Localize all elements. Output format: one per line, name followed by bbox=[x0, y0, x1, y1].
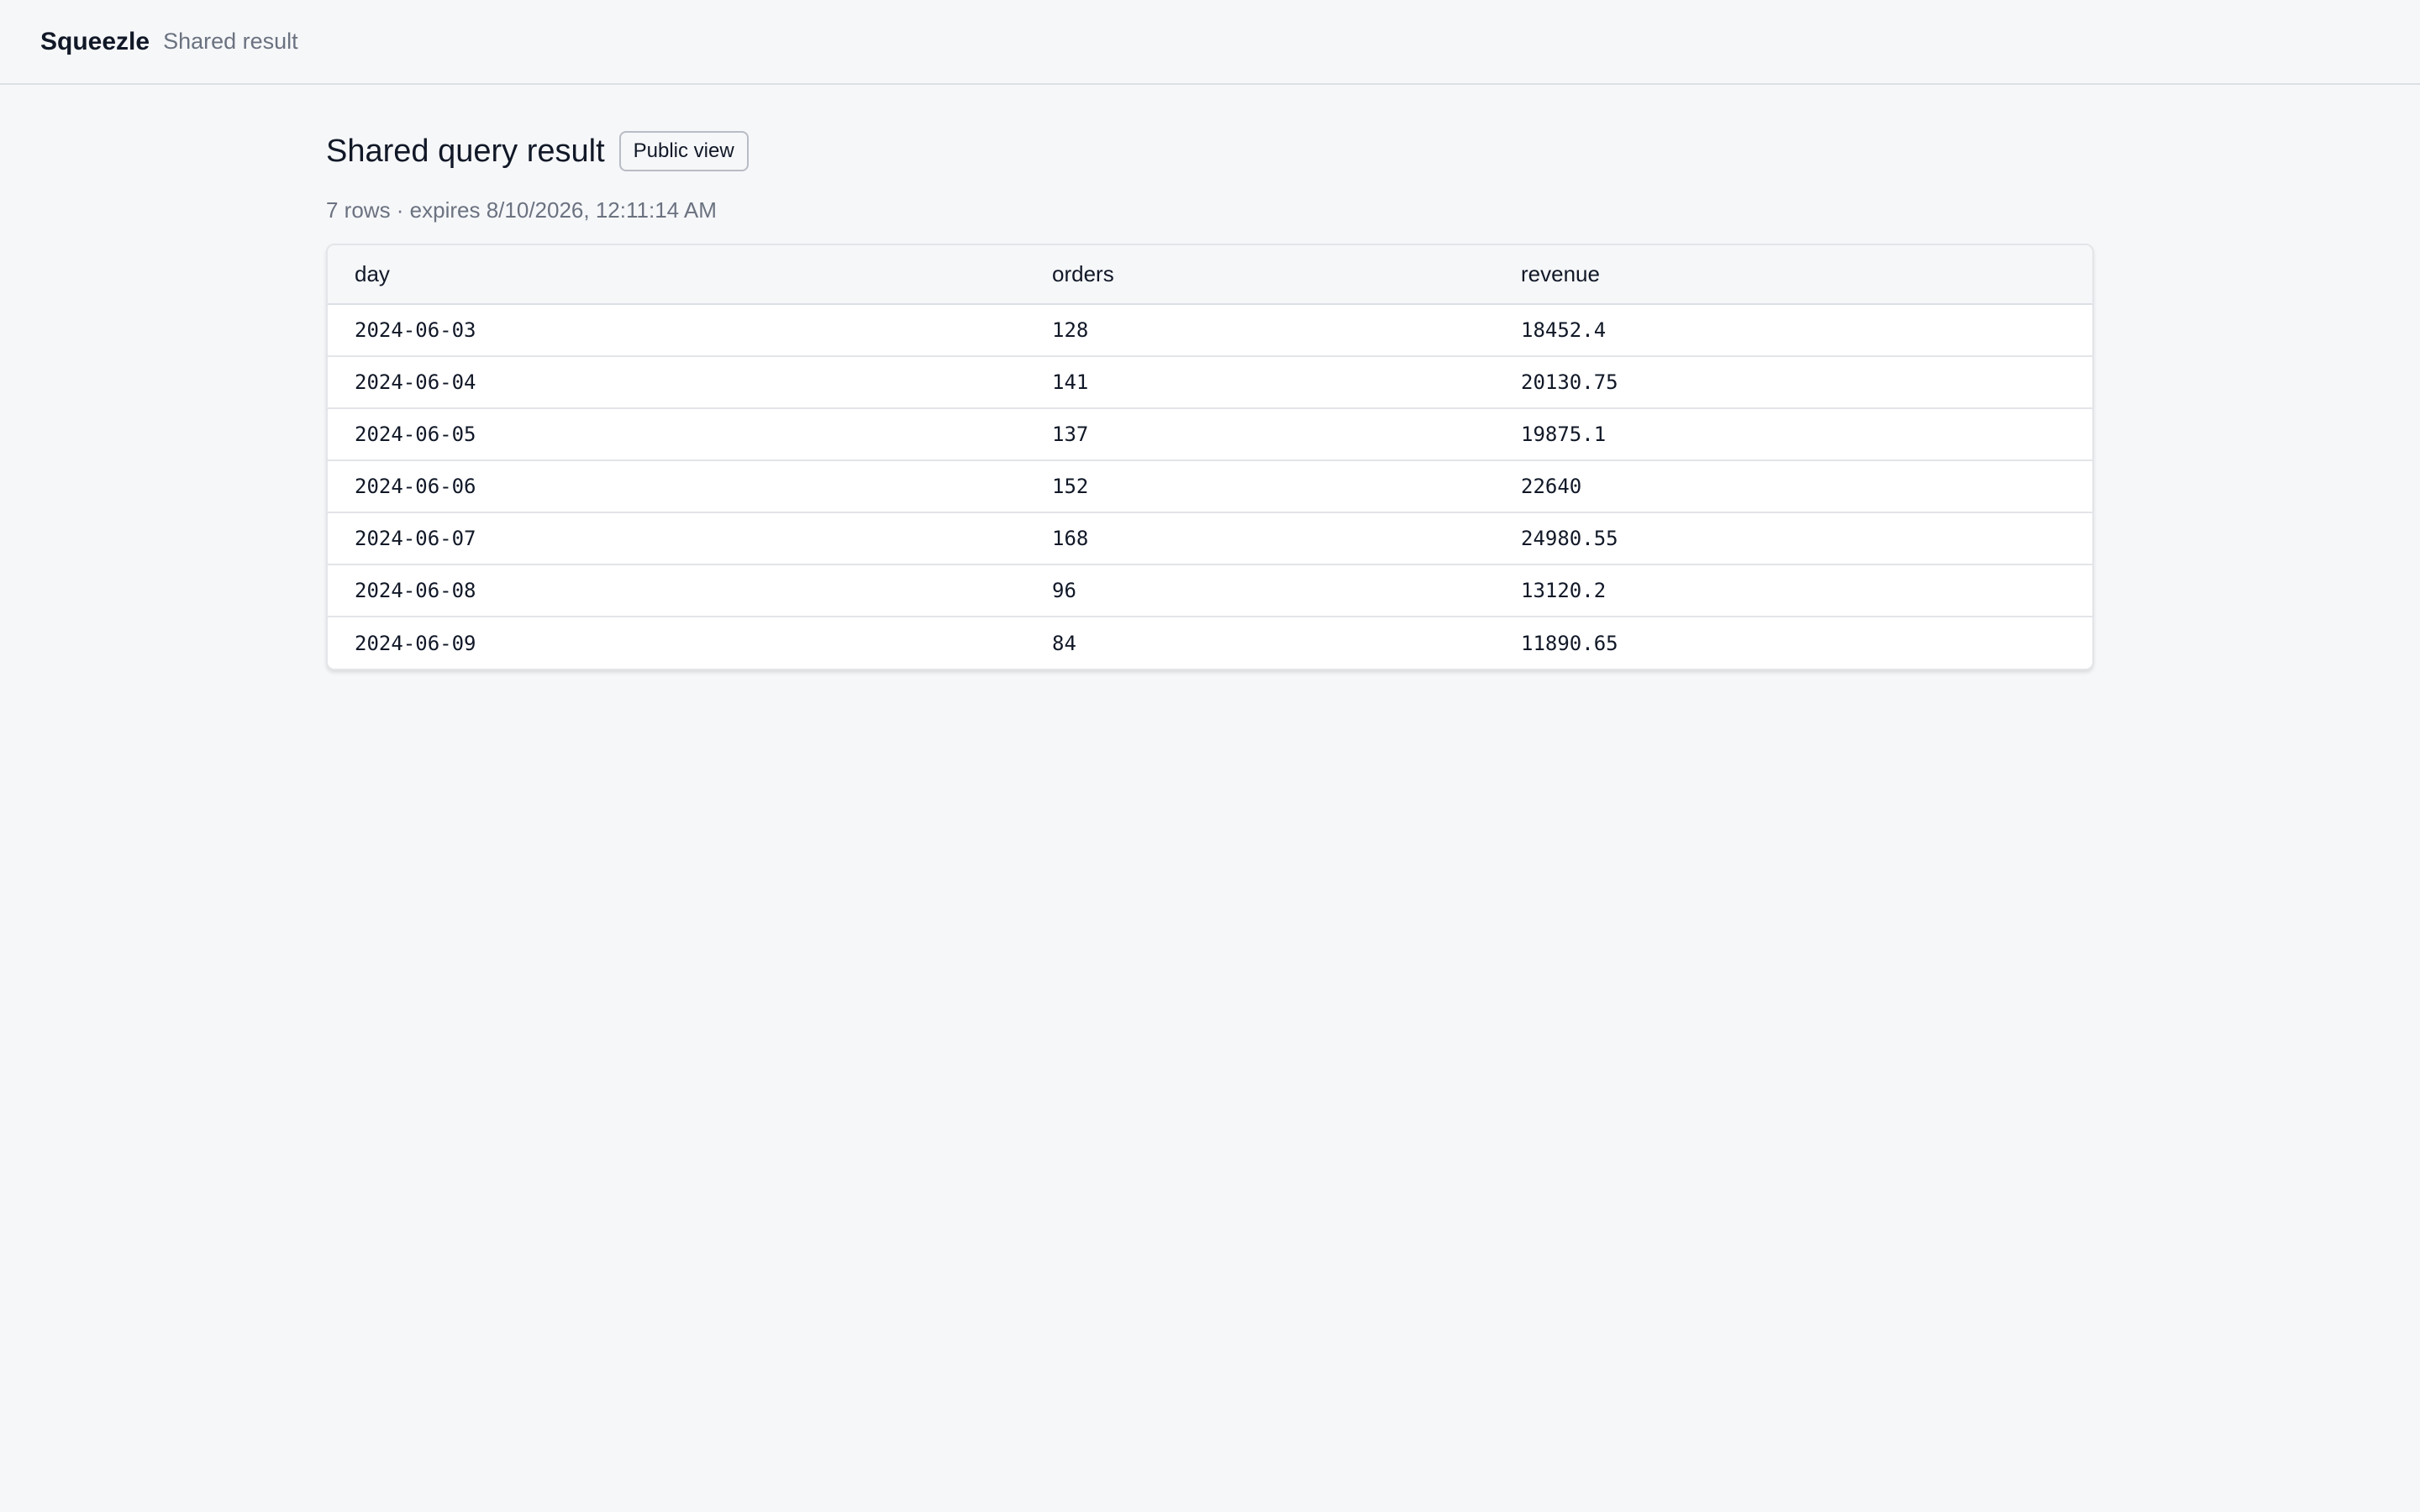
cell-day: 2024-06-06 bbox=[328, 460, 1025, 513]
cell-orders: 152 bbox=[1025, 460, 1494, 513]
table-row: 2024-06-07 168 24980.55 bbox=[328, 512, 2092, 565]
cell-day: 2024-06-08 bbox=[328, 564, 1025, 617]
table-row: 2024-06-03 128 18452.4 bbox=[328, 304, 2092, 357]
cell-orders: 168 bbox=[1025, 512, 1494, 565]
table-row: 2024-06-05 137 19875.1 bbox=[328, 408, 2092, 461]
public-view-badge: Public view bbox=[618, 131, 749, 171]
table-row: 2024-06-04 141 20130.75 bbox=[328, 356, 2092, 409]
brand-logo[interactable]: Squeezle bbox=[40, 28, 150, 56]
cell-orders: 96 bbox=[1025, 564, 1494, 617]
table-row: 2024-06-06 152 22640 bbox=[328, 460, 2092, 513]
cell-revenue: 24980.55 bbox=[1494, 512, 2092, 565]
column-header-orders[interactable]: orders bbox=[1025, 245, 1494, 305]
cell-orders: 137 bbox=[1025, 408, 1494, 461]
cell-revenue: 20130.75 bbox=[1494, 356, 2092, 409]
column-header-revenue[interactable]: revenue bbox=[1494, 245, 2092, 305]
top-bar: Squeezle Shared result bbox=[0, 0, 2420, 85]
column-header-day[interactable]: day bbox=[328, 245, 1025, 305]
cell-revenue: 13120.2 bbox=[1494, 564, 2092, 617]
cell-orders: 141 bbox=[1025, 356, 1494, 409]
cell-revenue: 19875.1 bbox=[1494, 408, 2092, 461]
cell-day: 2024-06-09 bbox=[328, 617, 1025, 669]
table-row: 2024-06-09 84 11890.65 bbox=[328, 617, 2092, 669]
cell-orders: 84 bbox=[1025, 617, 1494, 669]
result-table-card: day orders revenue 2024-06-03 128 18452.… bbox=[326, 244, 2094, 670]
result-table: day orders revenue 2024-06-03 128 18452.… bbox=[328, 245, 2092, 669]
cell-day: 2024-06-05 bbox=[328, 408, 1025, 461]
cell-day: 2024-06-03 bbox=[328, 304, 1025, 357]
table-row: 2024-06-08 96 13120.2 bbox=[328, 564, 2092, 617]
main-content: Shared query result Public view 7 rows ·… bbox=[326, 126, 2094, 670]
cell-revenue: 22640 bbox=[1494, 460, 2092, 513]
title-row: Shared query result Public view bbox=[326, 126, 2094, 176]
cell-day: 2024-06-04 bbox=[328, 356, 1025, 409]
result-meta: 7 rows · expires 8/10/2026, 12:11:14 AM bbox=[326, 197, 717, 223]
cell-orders: 128 bbox=[1025, 304, 1494, 357]
cell-day: 2024-06-07 bbox=[328, 512, 1025, 565]
table-header-row: day orders revenue bbox=[328, 245, 2092, 305]
brand-subtitle: Shared result bbox=[163, 29, 298, 54]
page-title: Shared query result bbox=[326, 133, 605, 169]
cell-revenue: 11890.65 bbox=[1494, 617, 2092, 669]
cell-revenue: 18452.4 bbox=[1494, 304, 2092, 357]
